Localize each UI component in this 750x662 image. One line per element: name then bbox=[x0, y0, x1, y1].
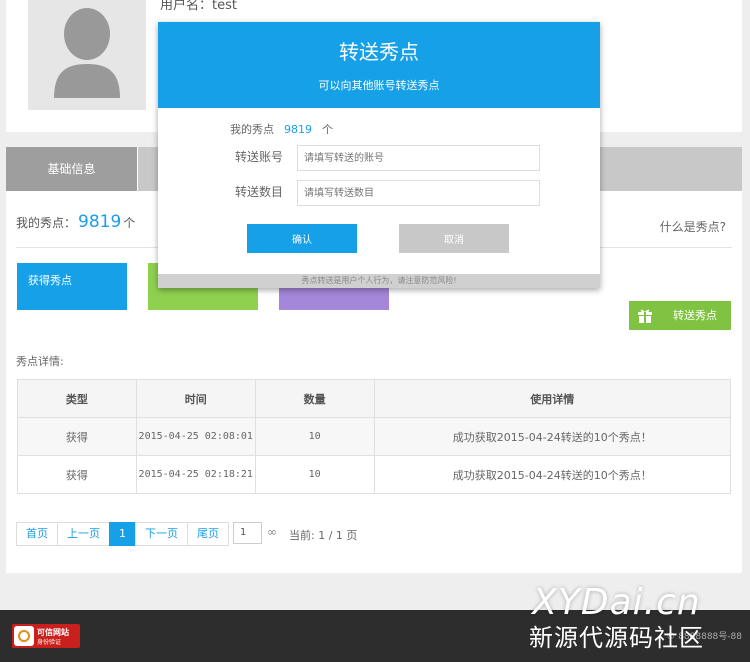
amount-field-label: 转送数目 bbox=[235, 185, 284, 199]
modal-my-points-unit: 个 bbox=[322, 123, 333, 136]
gift-icon bbox=[638, 309, 652, 323]
what-is-points-link[interactable]: 什么是秀点? bbox=[660, 218, 726, 235]
my-points-value: 9819 bbox=[78, 212, 122, 232]
modal-my-points-label: 我的秀点 bbox=[230, 123, 274, 136]
page-current-button[interactable]: 1 bbox=[109, 522, 136, 546]
go-icon[interactable]: ∞ bbox=[267, 525, 277, 539]
transfer-points-modal: 转送秀点 可以向其他账号转送秀点 我的秀点9819个 转送账号 转送数目 确认 … bbox=[158, 22, 600, 288]
cell-time: 2015-04-25 02:18:21 bbox=[135, 455, 256, 494]
user-silhouette-icon bbox=[54, 8, 120, 98]
cell-desc: 成功获取2015-04-24转送的10个秀点！ bbox=[373, 455, 731, 494]
account-field-label: 转送账号 bbox=[235, 150, 284, 164]
table-header-row: 类型 时间 数量 使用详情 bbox=[17, 379, 731, 418]
avatar bbox=[28, 0, 146, 110]
cell-qty: 10 bbox=[254, 455, 375, 494]
goto-page-input[interactable]: 1 bbox=[233, 522, 262, 544]
page-last-button[interactable]: 尾页 bbox=[187, 522, 229, 546]
points-detail-table: 类型 时间 数量 使用详情 获得 2015-04-25 02:08:01 10 … bbox=[17, 379, 731, 494]
column-header-qty: 数量 bbox=[254, 379, 375, 418]
badge-line2: 身份验证 bbox=[37, 639, 62, 646]
page-prev-button[interactable]: 上一页 bbox=[57, 522, 110, 546]
username-label: 用户名：test bbox=[160, 0, 237, 13]
watermark-line1: XYDai.cn bbox=[532, 582, 701, 623]
table-row: 获得 2015-04-25 02:08:01 10 成功获取2015-04-24… bbox=[17, 417, 731, 456]
tab-basic-info[interactable]: 基础信息 bbox=[6, 147, 138, 191]
modal-footer-note: 秀点转送是用户个人行为，请注意防范风险! bbox=[158, 274, 600, 288]
cell-type: 获得 bbox=[17, 417, 137, 456]
points-detail-label: 秀点详情: bbox=[16, 355, 64, 368]
account-input[interactable] bbox=[297, 145, 540, 171]
page-next-button[interactable]: 下一页 bbox=[135, 522, 188, 546]
cancel-button[interactable]: 取消 bbox=[399, 224, 509, 253]
page-info: 当前: 1 / 1 页 bbox=[289, 529, 358, 542]
page-first-button[interactable]: 首页 bbox=[16, 522, 58, 546]
modal-header: 转送秀点 可以向其他账号转送秀点 bbox=[158, 22, 600, 108]
cell-qty: 10 bbox=[254, 417, 375, 456]
pagination: 首页 上一页 1 下一页 尾页 bbox=[16, 522, 229, 546]
cell-type: 获得 bbox=[17, 455, 137, 494]
cell-time: 2015-04-25 02:08:01 bbox=[135, 417, 256, 456]
my-points-unit: 个 bbox=[123, 216, 136, 230]
trusted-site-badge[interactable]: 可信网站 身份验证 bbox=[12, 624, 80, 648]
column-header-time: 时间 bbox=[135, 379, 256, 418]
column-header-type: 类型 bbox=[17, 379, 137, 418]
modal-subtitle: 可以向其他账号转送秀点 bbox=[318, 79, 440, 92]
transfer-points-label: 转送秀点 bbox=[673, 309, 717, 322]
modal-my-points: 我的秀点 9819 个 bbox=[230, 121, 333, 137]
watermark-line2: 新源代源码社区 bbox=[529, 624, 704, 652]
modal-title: 转送秀点 bbox=[339, 40, 419, 64]
watermark: XYDai.cn 新源代源码社区 bbox=[529, 583, 704, 653]
trusted-site-icon bbox=[14, 626, 34, 646]
earn-points-block[interactable]: 获得秀点 bbox=[17, 263, 127, 310]
transfer-points-button[interactable]: 转送秀点 bbox=[629, 301, 731, 330]
table-row: 获得 2015-04-25 02:18:21 10 成功获取2015-04-24… bbox=[17, 455, 731, 494]
my-points-label: 我的秀点： bbox=[16, 216, 77, 230]
my-points-summary: 我的秀点： 9819 个 bbox=[16, 212, 135, 232]
amount-input[interactable] bbox=[297, 180, 540, 206]
cell-desc: 成功获取2015-04-24转送的10个秀点！ bbox=[373, 417, 731, 456]
column-header-desc: 使用详情 bbox=[373, 379, 731, 418]
confirm-button[interactable]: 确认 bbox=[247, 224, 357, 253]
modal-my-points-value: 9819 bbox=[284, 123, 312, 136]
